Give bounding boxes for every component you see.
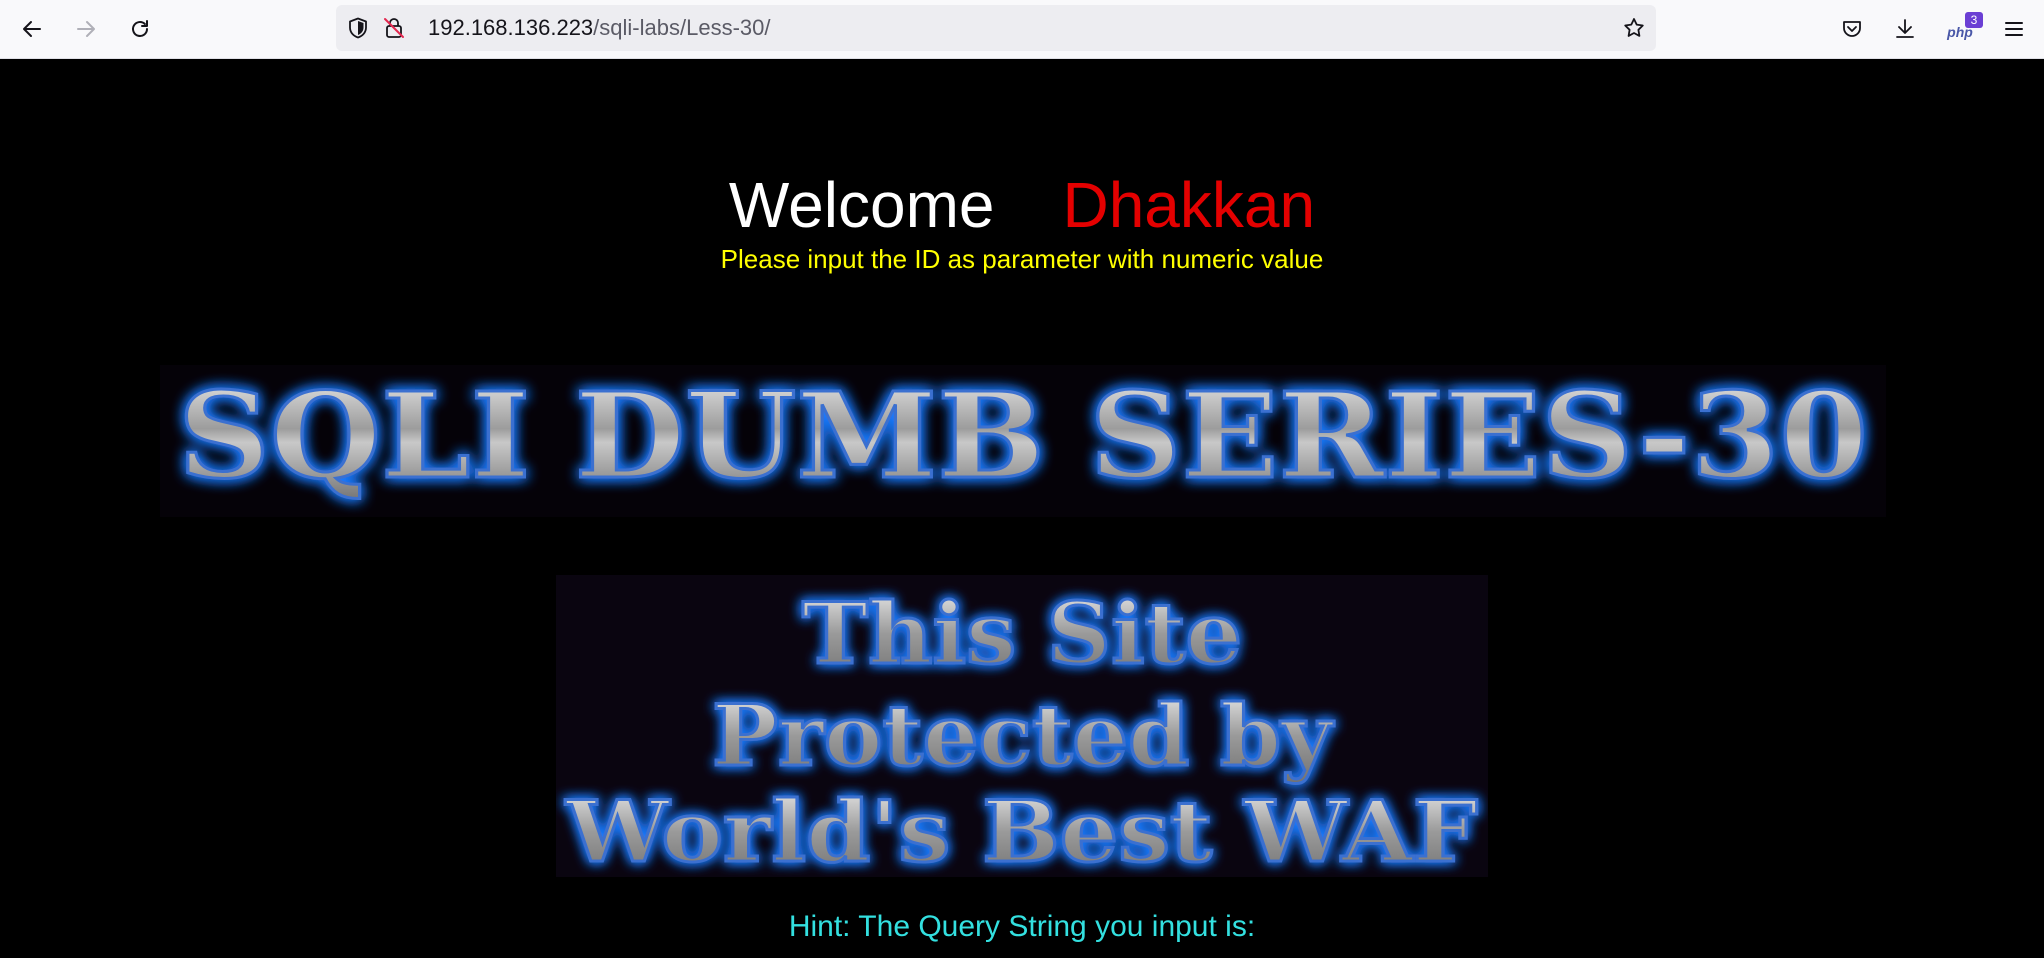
hamburger-menu-icon xyxy=(2005,22,2023,36)
banner-title: SQLI DUMB SERIES-30 xyxy=(178,366,1868,505)
url-host: 192.168.136.223 xyxy=(428,15,594,40)
waf-line-1: This Site xyxy=(802,584,1242,683)
waf-line-2: Protected by xyxy=(712,686,1334,785)
menu-button[interactable] xyxy=(1994,9,2034,49)
welcome-text: Welcome xyxy=(728,169,995,241)
extension-badge: 3 xyxy=(1965,12,1983,28)
waf-banner-image: This Site Protected by World's Best WAF xyxy=(556,575,1488,883)
download-icon xyxy=(1896,19,1914,38)
series-banner-image: SQLI DUMB SERIES-30 xyxy=(160,365,1886,517)
address-bar[interactable]: 192.168.136.223/sqli-labs/Less-30/ xyxy=(336,5,1656,51)
pocket-icon xyxy=(1843,21,1861,37)
downloads-button[interactable] xyxy=(1885,9,1925,49)
back-arrow-icon xyxy=(23,21,41,37)
url-text[interactable]: 192.168.136.223/sqli-labs/Less-30/ xyxy=(428,5,770,51)
tracking-shield-icon[interactable] xyxy=(346,16,370,40)
reload-button[interactable] xyxy=(120,9,160,49)
forward-arrow-icon xyxy=(77,21,95,37)
instructions-text: Please input the ID as parameter with nu… xyxy=(720,244,1324,274)
php-extension-button[interactable]: php 3 xyxy=(1940,9,1983,49)
waf-line-3: World's Best WAF xyxy=(565,782,1478,877)
welcome-heading: Welcome Dhakkan xyxy=(0,165,2044,245)
forward-button[interactable] xyxy=(66,9,106,49)
user-name: Dhakkan xyxy=(1062,169,1316,241)
hint-text: Hint: The Query String you input is: xyxy=(788,910,1256,943)
pocket-button[interactable] xyxy=(1832,9,1872,49)
url-path: /sqli-labs/Less-30/ xyxy=(593,15,771,40)
php-extension-icon: php 3 xyxy=(1943,12,1983,44)
back-button[interactable] xyxy=(12,9,52,49)
browser-toolbar: 192.168.136.223/sqli-labs/Less-30/ php 3 xyxy=(0,0,2044,59)
insecure-lock-icon[interactable] xyxy=(382,16,406,40)
star-icon[interactable] xyxy=(1622,16,1646,40)
reload-icon xyxy=(132,20,148,37)
